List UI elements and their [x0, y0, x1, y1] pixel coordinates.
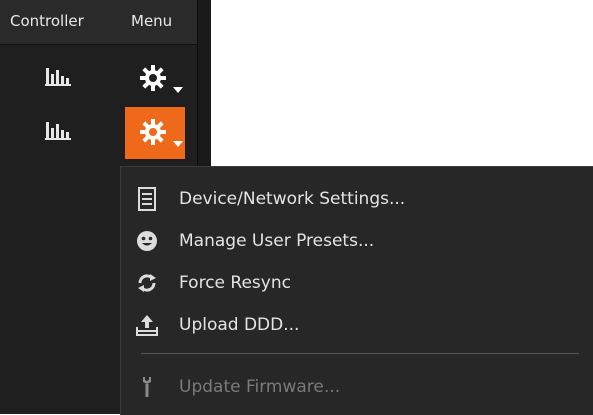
- menu-item-label: Manage User Presets...: [179, 231, 375, 251]
- controller-column-header: Controller: [10, 12, 84, 30]
- equalizer-icon[interactable]: [45, 64, 71, 86]
- menu-gear-button[interactable]: [125, 53, 185, 105]
- upload-icon: [136, 315, 158, 336]
- menu-item-label: Upload DDD...: [179, 315, 300, 335]
- wrench-icon: [143, 377, 151, 397]
- chevron-down-icon: [173, 141, 183, 147]
- gear-icon: [140, 119, 166, 145]
- context-menu: Device/Network Settings... Manage User P…: [120, 166, 593, 415]
- smiley-icon: [137, 231, 157, 251]
- controller-row: [0, 50, 197, 102]
- gear-icon: [140, 65, 166, 91]
- equalizer-icon[interactable]: [45, 118, 71, 140]
- resync-icon: [138, 274, 156, 292]
- menu-gear-button-active[interactable]: [125, 107, 185, 159]
- menu-item-upload-ddd[interactable]: Upload DDD...: [121, 305, 593, 345]
- controller-row: [0, 104, 197, 159]
- document-icon: [138, 187, 156, 211]
- menu-item-label: Update Firmware...: [179, 377, 341, 397]
- column-divider: [197, 0, 211, 168]
- menu-separator: [141, 353, 579, 354]
- menu-item-manage-user-presets[interactable]: Manage User Presets...: [121, 221, 593, 261]
- chevron-down-icon: [173, 87, 183, 93]
- menu-column-header: Menu: [131, 12, 173, 30]
- menu-item-force-resync[interactable]: Force Resync: [121, 263, 593, 303]
- column-header-row: Controller Menu: [0, 0, 197, 45]
- menu-item-update-firmware: Update Firmware...: [121, 367, 593, 407]
- menu-item-label: Device/Network Settings...: [179, 189, 406, 209]
- menu-item-label: Force Resync: [179, 273, 291, 293]
- menu-item-device-network-settings[interactable]: Device/Network Settings...: [121, 179, 593, 219]
